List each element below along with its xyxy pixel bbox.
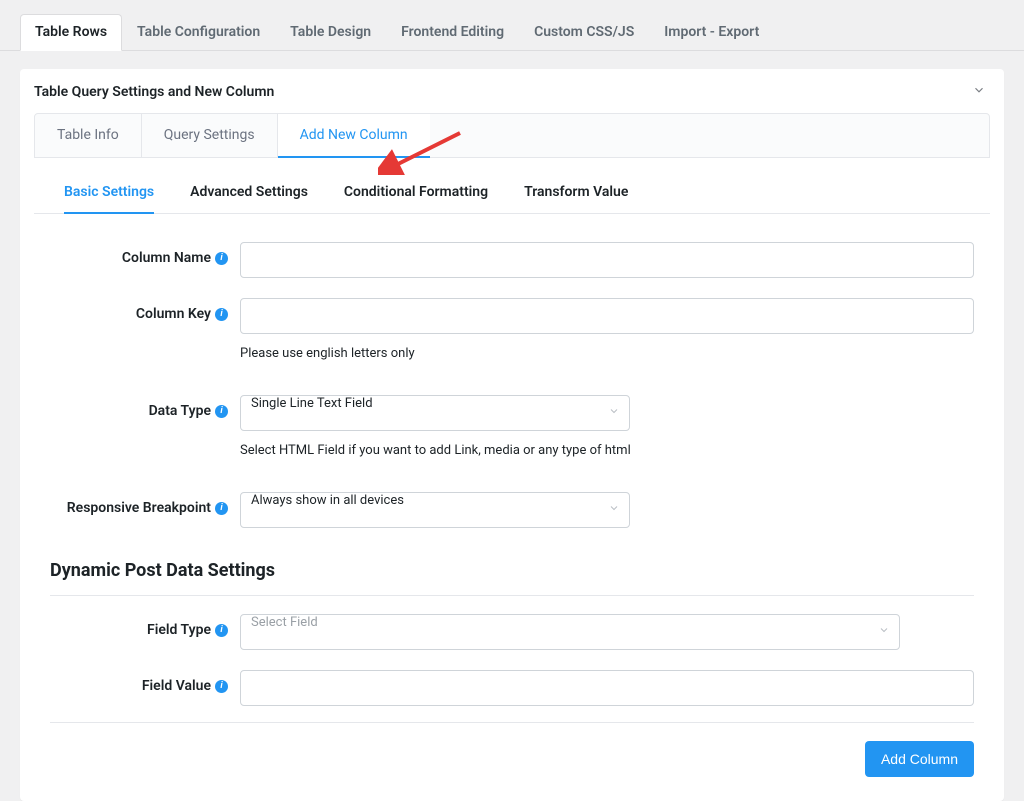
label-data-type: Data Type i [50,395,240,419]
top-tabs: Table Rows Table Configuration Table Des… [0,0,1024,51]
dynamic-section-heading: Dynamic Post Data Settings [20,538,1004,595]
data-type-helper: Select HTML Field if you want to add Lin… [240,443,974,458]
field-type-select[interactable]: Select Field [240,614,900,650]
collapse-toggle[interactable] [972,83,986,101]
inner-tab-query-settings[interactable]: Query Settings [142,114,278,157]
control-responsive-breakpoint: Always show in all devices [240,492,974,528]
inner-tabs: Table Info Query Settings Add New Column [34,113,990,158]
tab-table-configuration[interactable]: Table Configuration [122,14,275,50]
inner-tab-table-info[interactable]: Table Info [35,114,142,157]
label-column-name-text: Column Name [122,250,211,266]
sub-tabs: Basic Settings Advanced Settings Conditi… [34,184,990,214]
field-value-input[interactable] [240,670,974,706]
column-name-input[interactable] [240,242,974,278]
breakpoint-select-wrap: Always show in all devices [240,492,630,528]
tab-table-rows[interactable]: Table Rows [20,14,122,51]
info-icon[interactable]: i [215,502,228,515]
tab-table-design[interactable]: Table Design [275,14,386,50]
label-field-value: Field Value i [50,670,240,694]
info-icon[interactable]: i [215,405,228,418]
row-responsive-breakpoint: Responsive Breakpoint i Always show in a… [50,468,974,538]
row-field-value: Field Value i [50,660,974,716]
label-responsive-breakpoint-text: Responsive Breakpoint [67,500,211,516]
label-field-type-text: Field Type [147,622,211,638]
sub-tab-advanced-settings[interactable]: Advanced Settings [190,184,308,214]
panel-title: Table Query Settings and New Column [34,84,274,100]
chevron-down-icon [972,83,986,97]
sub-tab-basic-settings[interactable]: Basic Settings [64,184,154,214]
control-field-value [240,670,974,706]
row-data-type: Data Type i Single Line Text Field Selec… [50,371,974,468]
tab-custom-css-js[interactable]: Custom CSS/JS [519,14,649,50]
info-icon[interactable]: i [215,308,228,321]
label-data-type-text: Data Type [149,403,211,419]
footer-actions: Add Column [20,723,1004,777]
field-type-select-wrap: Select Field [240,614,900,650]
add-column-button[interactable]: Add Column [865,741,974,777]
sub-tab-transform-value[interactable]: Transform Value [524,184,628,214]
sub-tab-conditional-formatting[interactable]: Conditional Formatting [344,184,488,214]
label-column-key-text: Column Key [136,306,211,322]
row-column-key: Column Key i Please use english letters … [50,288,974,371]
label-field-type: Field Type i [50,614,240,638]
label-column-name: Column Name i [50,242,240,266]
label-responsive-breakpoint: Responsive Breakpoint i [50,492,240,516]
panel-header: Table Query Settings and New Column [20,69,1004,113]
content-wrap: Table Query Settings and New Column Tabl… [0,51,1024,801]
row-column-name: Column Name i [50,232,974,288]
label-column-key: Column Key i [50,298,240,322]
control-data-type: Single Line Text Field Select HTML Field… [240,395,974,458]
data-type-select-wrap: Single Line Text Field [240,395,630,431]
form-dynamic-post-data: Field Type i Select Field Field Value [20,596,1004,716]
tab-frontend-editing[interactable]: Frontend Editing [386,14,519,50]
breakpoint-select[interactable]: Always show in all devices [240,492,630,528]
control-column-name [240,242,974,278]
info-icon[interactable]: i [215,680,228,693]
row-field-type: Field Type i Select Field [50,604,974,660]
panel-table-query-settings: Table Query Settings and New Column Tabl… [20,69,1004,801]
label-field-value-text: Field Value [142,678,211,694]
control-column-key: Please use english letters only [240,298,974,361]
column-key-helper: Please use english letters only [240,346,974,361]
form-basic-settings: Column Name i Column Key i Please use en… [20,214,1004,538]
tab-import-export[interactable]: Import - Export [649,14,774,50]
column-key-input[interactable] [240,298,974,334]
info-icon[interactable]: i [215,252,228,265]
info-icon[interactable]: i [215,624,228,637]
control-field-type: Select Field [240,614,974,650]
data-type-select[interactable]: Single Line Text Field [240,395,630,431]
inner-tab-add-new-column[interactable]: Add New Column [278,114,430,158]
